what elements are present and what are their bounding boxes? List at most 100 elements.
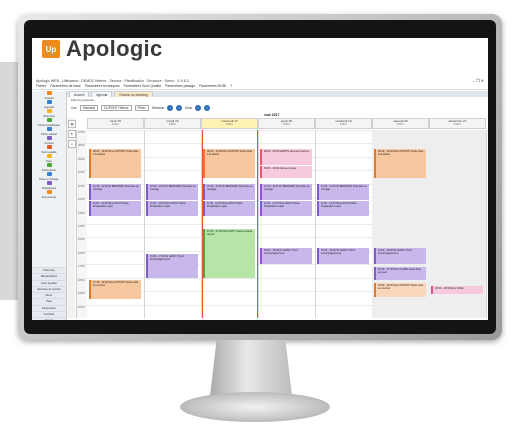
sidebar-item[interactable]: Statistiques	[32, 181, 66, 190]
time-label: 08:00	[78, 144, 85, 148]
appointment-event[interactable]: 18:00 - 18:30 Mme VIDAL	[431, 285, 483, 294]
window-controls[interactable]: – ❐ ✕	[473, 78, 484, 83]
sidebar-item-icon	[46, 163, 52, 167]
apologic-logo: Up Apologic	[42, 36, 163, 62]
appointment-event[interactable]: 15:00 - 16:00 Mr LEROY Henri Accompagnem…	[317, 248, 369, 265]
sidebar-list-item[interactable]: Export	[32, 317, 66, 320]
appointment-event[interactable]: 11:30 - 12:30 Mme ROUX Marie Préparation…	[203, 201, 255, 216]
sidebar-item[interactable]: Accueil	[32, 91, 66, 100]
menu-item[interactable]: Paramètres Suivi Qualité	[124, 84, 162, 89]
appointment-event[interactable]: 15:30 - 17:00 Mr LEROY Henri Accompagnem…	[146, 253, 198, 278]
sidebar-item[interactable]: Fiche salarié	[32, 127, 66, 136]
day-header[interactable]: mardi 16 0:00 h	[144, 118, 201, 129]
day-column[interactable]	[144, 130, 202, 318]
appointment-event[interactable]: 08:00 - 10:00 Mme DUPONT Sylvie Aide à l…	[374, 148, 426, 179]
time-label: 16:00	[78, 251, 85, 255]
week-calendar-grid[interactable]: 07:00 08:00 09:00 10:00 11:00 12:00 13:00 14:00…	[76, 118, 487, 318]
appointment-event[interactable]: 10:30 - 11:30 Mr BERNARD Paul Aide au mé…	[203, 183, 255, 200]
day-hours: 0:00 h	[339, 123, 348, 126]
day-header[interactable]: samedi 20 0:00 h	[372, 118, 429, 129]
appointment-event[interactable]: 11:30 - 12:30 Mme ROUX Marie Préparation…	[146, 201, 198, 216]
monitor-stand-base	[180, 392, 330, 422]
period-label: Semaine	[151, 106, 165, 110]
appointment-event[interactable]: 08:00 - 10:00 Mme DUPONT Sylvie Aide à l…	[89, 148, 141, 179]
appointment-event[interactable]: 09:00 - 10:00 Aide aux repas	[260, 166, 312, 179]
appointment-event[interactable]: 11:30 - 12:30 Mme ROUX Marie Préparation…	[317, 201, 369, 216]
appointment-event[interactable]: 10:30 - 11:30 Mr BERNARD Paul Aide au mé…	[89, 183, 141, 200]
day-header[interactable]: dimanche 21 0:00 h	[429, 118, 486, 129]
monitor-frame: Apologic WEB - Utilisateur : DEMO2 Hélèn…	[18, 14, 502, 340]
time-label: 15:00	[78, 238, 85, 242]
day-hours: 0:00 h	[225, 123, 234, 126]
filter-button[interactable]: Filtrer	[134, 105, 149, 111]
appointment-event[interactable]: 17:30 - 19:00 Mme DUPONT Sylvie Aide au …	[89, 280, 141, 300]
tab[interactable]: Agenda	[91, 91, 113, 97]
logo-text: Apologic	[66, 36, 163, 61]
time-label: 20:00	[78, 305, 85, 309]
sidebar-item-icon	[46, 127, 52, 131]
sidebar-item[interactable]: Documents	[32, 190, 66, 199]
appointment-event[interactable]: 11:30 - 12:30 Mme ROUX Marie Préparation…	[89, 201, 141, 216]
time-label: 13:00	[78, 211, 85, 215]
appointment-event[interactable]: 15:00 - 16:00 Mr LEROY Henri Accompagnem…	[260, 248, 312, 265]
tab[interactable]: Gestion du planning	[114, 91, 153, 97]
view-label: Vue	[71, 106, 77, 110]
appointment-event[interactable]: 13:30 - 17:00 Mme PETIT Jeanne Garde de …	[203, 229, 255, 278]
menu-item[interactable]: Paramètres MOBI	[199, 84, 226, 89]
menu-item[interactable]: ?	[230, 84, 232, 89]
sidebar-item[interactable]: Contrat	[32, 136, 66, 145]
day-column[interactable]	[315, 130, 373, 318]
appointment-event[interactable]: 10:30 - 11:30 Mr BERNARD Paul Aide au mé…	[260, 183, 312, 200]
appointment-event[interactable]: 16:30 - 17:30 Mme FAURE Claire Aide au l…	[374, 266, 426, 281]
appointment-event[interactable]: 11:30 - 12:30 Mme ROUX Marie Préparation…	[260, 201, 312, 216]
print-icon[interactable]: ▤	[68, 120, 76, 128]
sidebar-item-icon	[46, 118, 52, 122]
day-hours: 0:00 h	[282, 123, 291, 126]
prev-arrow-icon[interactable]: ‹	[167, 105, 174, 111]
day-header[interactable]: mercredi 17 0:00 h	[201, 118, 258, 129]
menu-item[interactable]: Paramètres partage	[165, 84, 195, 89]
refresh-icon[interactable]: ↻	[68, 130, 76, 138]
sidebar-item[interactable]: Facturation	[32, 163, 66, 172]
appointment-event[interactable]: 08:00 - 10:00 Mme DUPONT Sylvie Aide à l…	[203, 148, 255, 179]
sidebar-item-icon	[46, 190, 52, 194]
sidebar-item[interactable]: Agenda	[32, 100, 66, 109]
screen: Apologic WEB - Utilisateur : DEMO2 Hélèn…	[32, 38, 488, 320]
menu-item[interactable]: Fichier	[36, 84, 46, 89]
appointment-event[interactable]: 08:00 - 09:00 MARTIN Jacques Courses	[260, 148, 312, 165]
user-select[interactable]: DUPONT Hélène	[101, 105, 132, 111]
time-label: 14:00	[78, 225, 85, 228]
time-label: 09:00	[78, 157, 85, 161]
menu-item[interactable]: Paramètres techniques	[85, 84, 120, 89]
sidebar-item[interactable]: Suivi qualité	[32, 145, 66, 154]
time-label: 12:00	[78, 198, 85, 202]
day-header[interactable]: jeudi 18 0:00 h	[258, 118, 315, 129]
time-label: 19:00	[78, 292, 85, 296]
sidebar-item[interactable]: Fiche bénéficiaire	[32, 118, 66, 127]
prev-month-icon[interactable]: ‹	[195, 105, 202, 111]
sidebar-item[interactable]: Planning	[32, 109, 66, 118]
tab-bar: Accueil Agenda Gestion du planning	[67, 91, 488, 97]
sidebar-item[interactable]: Paie	[32, 154, 66, 163]
time-label: 07:00	[78, 131, 85, 134]
appointment-event[interactable]: 15:00 - 16:00 Mr LEROY Henri Accompagnem…	[374, 248, 426, 265]
tab[interactable]: Accueil	[69, 91, 90, 97]
appointment-event[interactable]: 10:30 - 11:30 Mr BERNARD Paul Aide au mé…	[146, 183, 198, 200]
menu-item[interactable]: Paramètres de base	[50, 84, 81, 89]
today-marker	[257, 130, 258, 318]
sidebar-item-icon	[46, 145, 52, 149]
export-icon[interactable]: ⇩	[68, 140, 76, 148]
time-label: 17:00	[78, 265, 85, 269]
monitor-stand-neck	[210, 340, 292, 396]
next-month-icon[interactable]: ›	[204, 105, 211, 111]
view-select[interactable]: Semaine	[79, 105, 99, 111]
mode-label: Mois	[185, 106, 193, 110]
appointment-event[interactable]: 10:30 - 11:30 Mr BERNARD Paul Aide au mé…	[317, 183, 369, 200]
day-header[interactable]: lundi 15 0:00 h	[87, 118, 144, 129]
appointment-event[interactable]: 18:00 - 19:00 Mme DUPONT Sylvie Aide au …	[374, 283, 426, 297]
time-label: 10:00	[78, 171, 85, 175]
day-header[interactable]: vendredi 19 0:00 h	[315, 118, 372, 129]
next-arrow-icon[interactable]: ›	[176, 105, 183, 111]
sidebar-item[interactable]: Prise en charge	[32, 172, 66, 181]
time-label: 11:00	[78, 184, 85, 188]
